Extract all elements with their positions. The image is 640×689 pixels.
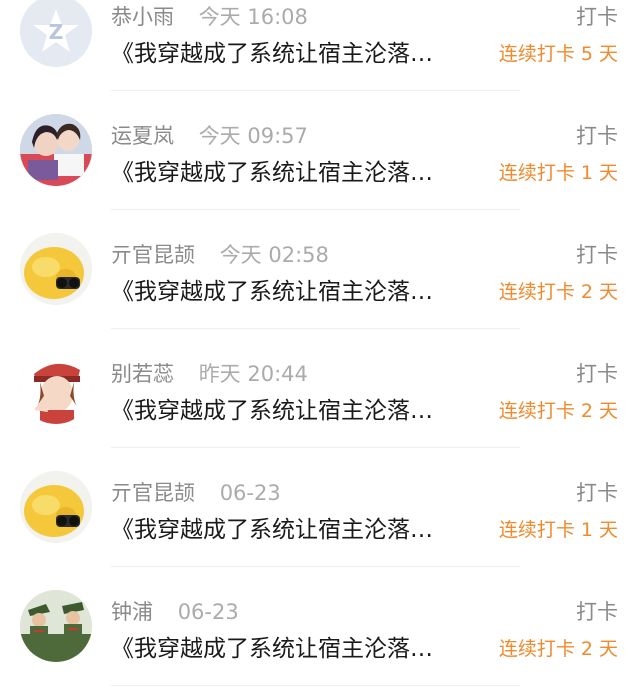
streak-badge: 连续打卡 5 天 [498,43,618,65]
list-item[interactable]: 运夏岚 今天 09:57 打卡 《我穿越成了系统让宿主沦落… 连续打卡 1 天 [0,91,640,210]
checkin-label: 打卡 [576,124,618,148]
timestamp: 昨天 20:44 [198,362,308,386]
soldiers-avatar[interactable] [20,590,92,662]
timestamp: 今天 02:58 [219,243,329,267]
timestamp: 今天 09:57 [198,124,308,148]
item-meta: 恭小雨 今天 16:08 [111,3,308,31]
user-name[interactable]: 亓官昆颉 [111,243,195,267]
yellow-chick-avatar[interactable] [20,471,92,543]
checkin-label: 打卡 [576,481,618,505]
list-item[interactable]: 亓官昆颉 今天 02:58 打卡 《我穿越成了系统让宿主沦落… 连续打卡 2 天 [0,210,640,329]
book-title[interactable]: 《我穿越成了系统让宿主沦落… [111,157,487,189]
checkin-label: 打卡 [576,5,618,29]
item-meta: 亓官昆颉 今天 02:58 [111,241,329,269]
anime-soldier-avatar[interactable] [20,352,92,424]
user-name[interactable]: 运夏岚 [111,124,174,148]
user-name[interactable]: 钟浦 [111,600,153,624]
timestamp: 06-23 [177,600,239,624]
yellow-chick-avatar[interactable] [20,233,92,305]
checkin-label: 打卡 [576,600,618,624]
streak-badge: 连续打卡 2 天 [498,638,618,660]
item-meta: 亓官昆颉 06-23 [111,479,281,507]
user-name[interactable]: 亓官昆颉 [111,481,195,505]
item-meta: 别若蕊 昨天 20:44 [111,360,308,388]
streak-badge: 连续打卡 2 天 [498,400,618,422]
streak-badge: 连续打卡 1 天 [498,162,618,184]
timestamp: 今天 16:08 [198,5,308,29]
default-avatar-icon[interactable]: Z [20,0,92,67]
book-title[interactable]: 《我穿越成了系统让宿主沦落… [111,395,487,427]
item-meta: 运夏岚 今天 09:57 [111,122,308,150]
svg-text:Z: Z [49,20,64,44]
book-title[interactable]: 《我穿越成了系统让宿主沦落… [111,276,487,308]
timestamp: 06-23 [219,481,281,505]
streak-badge: 连续打卡 2 天 [498,281,618,303]
checkin-label: 打卡 [576,362,618,386]
checkin-label: 打卡 [576,243,618,267]
divider [111,685,520,686]
list-item[interactable]: 亓官昆颉 06-23 打卡 《我穿越成了系统让宿主沦落… 连续打卡 1 天 [0,448,640,567]
list-item[interactable]: 钟浦 06-23 打卡 《我穿越成了系统让宿主沦落… 连续打卡 2 天 [0,567,640,686]
book-title[interactable]: 《我穿越成了系统让宿主沦落… [111,633,487,665]
couple-photo-avatar[interactable] [20,114,92,186]
user-name[interactable]: 别若蕊 [111,362,174,386]
book-title[interactable]: 《我穿越成了系统让宿主沦落… [111,38,487,70]
item-meta: 钟浦 06-23 [111,598,239,626]
list-item[interactable]: Z 恭小雨 今天 16:08 打卡 《我穿越成了系统让宿主沦落… 连续打卡 5 … [0,0,640,91]
checkin-list: Z 恭小雨 今天 16:08 打卡 《我穿越成了系统让宿主沦落… 连续打卡 5 … [0,0,640,689]
book-title[interactable]: 《我穿越成了系统让宿主沦落… [111,514,487,546]
user-name[interactable]: 恭小雨 [111,5,174,29]
list-item[interactable]: 别若蕊 昨天 20:44 打卡 《我穿越成了系统让宿主沦落… 连续打卡 2 天 [0,329,640,448]
streak-badge: 连续打卡 1 天 [498,519,618,541]
